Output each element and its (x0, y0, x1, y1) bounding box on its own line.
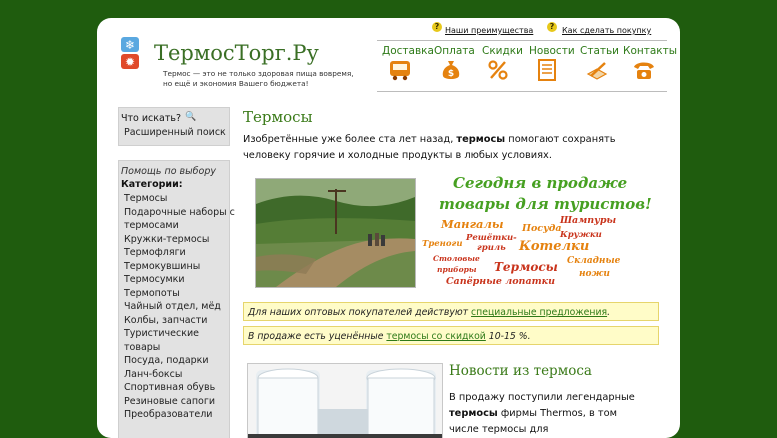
category-tourist[interactable]: Туристические (124, 327, 199, 341)
category-gift-sets-cont[interactable]: термосами (124, 219, 179, 233)
wholesale-notice: Для наших оптовых покупателей действуют … (243, 302, 659, 321)
money-bag-icon[interactable]: $ (439, 58, 463, 82)
header-divider-top (377, 40, 667, 41)
nav-payment[interactable]: Оплата (434, 45, 475, 57)
category-parts[interactable]: Колбы, запчасти (124, 314, 207, 328)
search-magnifier-icon[interactable]: 🔍 (185, 112, 196, 122)
newspaper-icon[interactable] (535, 58, 559, 82)
category-tea[interactable]: Чайный отдел, мёд (124, 300, 221, 314)
category-thermos[interactable]: Термосы (124, 192, 167, 206)
category-jugs[interactable]: Термокувшины (124, 260, 200, 274)
category-gift-sets[interactable]: Подарочные наборы с (124, 206, 235, 220)
svg-text:$: $ (448, 69, 454, 79)
telephone-icon[interactable] (632, 58, 656, 82)
intro-paragraph: Изобретённые уже более ста лет назад, те… (243, 134, 616, 161)
thermos-photo[interactable] (247, 363, 443, 438)
news-paragraph: В продажу поступили легендарные термосы … (449, 392, 635, 435)
site-tagline: Термос — это не только здоровая пища вов… (163, 69, 354, 88)
category-shoes[interactable]: Спортивная обувь (124, 381, 215, 395)
percent-icon[interactable] (486, 58, 510, 82)
category-flasks[interactable]: Термофляги (124, 246, 186, 260)
page-container: ❄ ✹ ТермосТорг.Ру Термос — это не только… (97, 18, 680, 438)
question-icon: ? (432, 22, 442, 32)
category-pots[interactable]: Термопоты (124, 287, 180, 301)
category-mugs[interactable]: Кружки-термосы (124, 233, 209, 247)
snowflake-fire-logo-icon[interactable]: ❄ ✹ (119, 36, 143, 70)
how-to-buy-link[interactable]: Как сделать покупку (562, 26, 651, 35)
pencil-note-icon[interactable] (585, 58, 609, 82)
special-offers-link[interactable]: специальные предложения (471, 307, 607, 318)
advanced-search-link[interactable]: Расширенный поиск (124, 127, 226, 138)
news-title[interactable]: Новости из термоса (449, 363, 592, 379)
site-logo-text[interactable]: ТермосТорг.Ру (154, 41, 319, 65)
nav-articles[interactable]: Статьи (580, 45, 619, 57)
nav-contacts[interactable]: Контакты (623, 45, 677, 57)
search-title[interactable]: Что искать? (121, 113, 181, 124)
tourist-photo[interactable] (255, 178, 416, 288)
category-boots[interactable]: Резиновые сапоги (124, 395, 215, 409)
category-lunchbox[interactable]: Ланч-боксы (124, 368, 182, 382)
categories-title: Категории: (121, 179, 183, 190)
category-tourist-cont[interactable]: товары (124, 341, 160, 355)
category-converters[interactable]: Преобразователи (124, 408, 212, 422)
help-link[interactable]: Помощь по выбору (121, 166, 216, 177)
advantages-link[interactable]: Наши преимущества (445, 26, 533, 35)
svg-text:✹: ✹ (125, 55, 135, 69)
bus-icon[interactable] (388, 58, 412, 82)
discount-thermos-link[interactable]: термосы со скидкой (386, 331, 485, 342)
header-divider-bottom (377, 91, 667, 92)
question-icon: ? (547, 22, 557, 32)
nav-delivery[interactable]: Доставка (382, 45, 434, 57)
tourist-promo-cloud[interactable]: Сегодня в продаже товары для туристов! М… (422, 168, 662, 293)
svg-text:❄: ❄ (125, 38, 135, 52)
discount-notice: В продаже есть уценённые термосы со скид… (243, 326, 659, 345)
nav-discounts[interactable]: Скидки (482, 45, 523, 57)
category-dishes[interactable]: Посуда, подарки (124, 354, 209, 368)
page-title: Термосы (243, 108, 313, 126)
category-bags[interactable]: Термосумки (124, 273, 185, 287)
nav-news[interactable]: Новости (529, 45, 575, 57)
